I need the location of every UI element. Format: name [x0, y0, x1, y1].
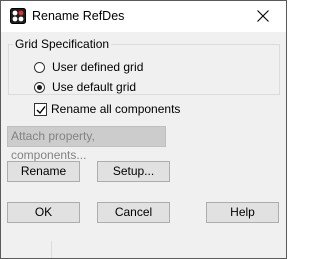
- dialog-window: Rename RefDes Grid Specification User de…: [0, 0, 287, 259]
- check-icon: [36, 106, 46, 115]
- grid-specification-title: Grid Specification: [13, 37, 112, 51]
- radio-label: User defined grid: [52, 60, 144, 74]
- rename-button[interactable]: Rename: [7, 161, 80, 182]
- radio-button[interactable]: [34, 61, 45, 73]
- ok-button[interactable]: OK: [7, 202, 80, 223]
- help-button[interactable]: Help: [206, 202, 279, 223]
- setup-button[interactable]: Setup...: [97, 161, 170, 182]
- radio-button-selected[interactable]: [34, 81, 45, 93]
- close-icon: [257, 10, 269, 22]
- app-icon: [10, 8, 26, 24]
- radio-use-default-grid[interactable]: Use default grid: [34, 80, 136, 94]
- window-title: Rename RefDes: [32, 9, 125, 23]
- status-divider: [51, 241, 52, 258]
- rename-all-checkbox[interactable]: [34, 103, 47, 116]
- title-bar: Rename RefDes: [1, 1, 286, 32]
- radio-user-defined-grid[interactable]: User defined grid: [34, 60, 143, 74]
- close-button[interactable]: [242, 1, 286, 32]
- attach-property-button[interactable]: Attach property, components...: [7, 126, 166, 162]
- radio-label: Use default grid: [52, 80, 137, 94]
- rename-all-label: Rename all components: [51, 102, 181, 116]
- cancel-button[interactable]: Cancel: [97, 202, 170, 223]
